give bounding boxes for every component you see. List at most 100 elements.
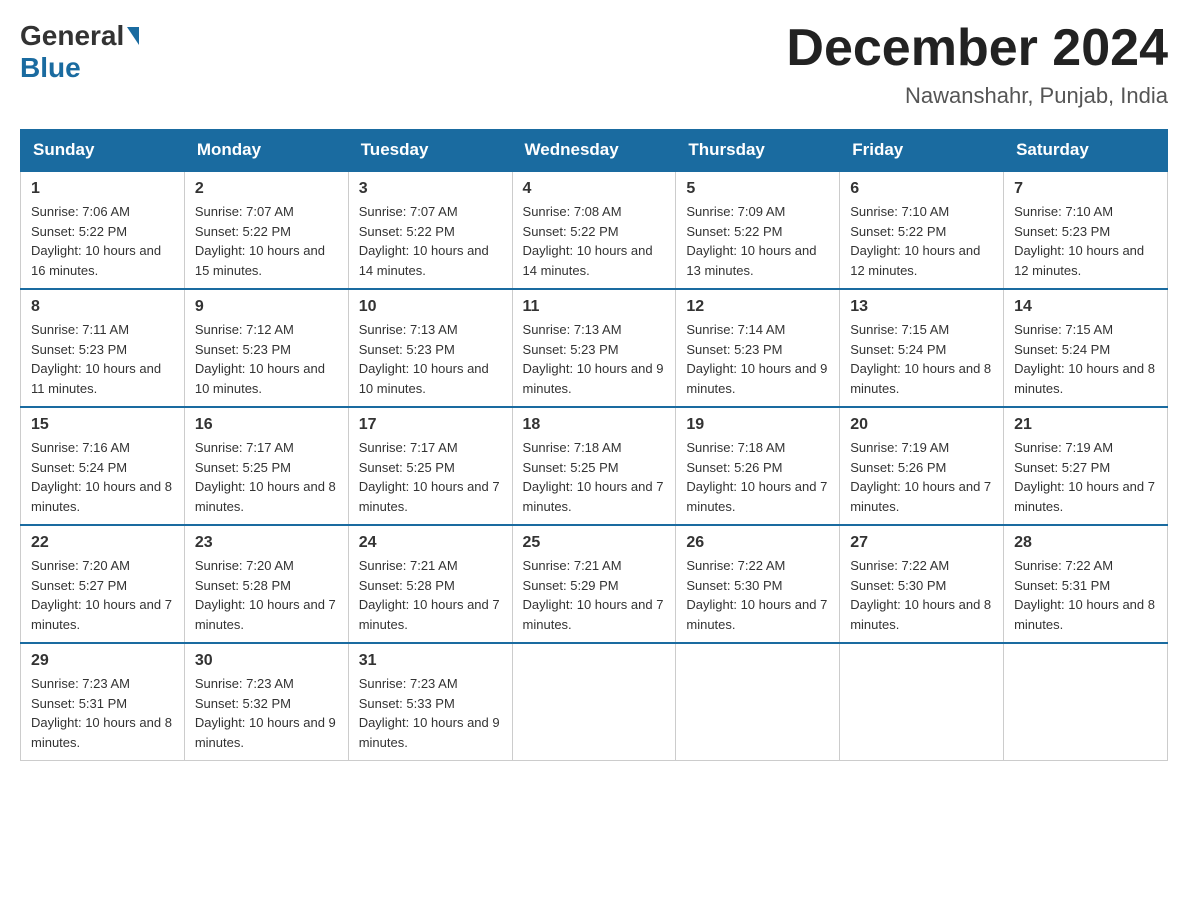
day-info: Sunrise: 7:22 AMSunset: 5:30 PMDaylight:… — [850, 558, 991, 632]
header-tuesday: Tuesday — [348, 130, 512, 172]
calendar-header-row: SundayMondayTuesdayWednesdayThursdayFrid… — [21, 130, 1168, 172]
calendar-cell: 27 Sunrise: 7:22 AMSunset: 5:30 PMDayligh… — [840, 525, 1004, 643]
day-info: Sunrise: 7:09 AMSunset: 5:22 PMDaylight:… — [686, 204, 816, 278]
title-block: December 2024 Nawanshahr, Punjab, India — [786, 20, 1168, 109]
day-info: Sunrise: 7:20 AMSunset: 5:28 PMDaylight:… — [195, 558, 336, 632]
calendar-cell — [1004, 643, 1168, 761]
calendar-cell: 24 Sunrise: 7:21 AMSunset: 5:28 PMDayligh… — [348, 525, 512, 643]
day-number: 2 — [195, 180, 338, 198]
calendar-cell: 7 Sunrise: 7:10 AMSunset: 5:23 PMDaylight… — [1004, 171, 1168, 289]
calendar-cell: 17Sunrise: 7:17 AMSunset: 5:25 PMDayligh… — [348, 407, 512, 525]
day-info: Sunrise: 7:21 AMSunset: 5:29 PMDaylight:… — [523, 558, 664, 632]
day-info: Sunrise: 7:16 AMSunset: 5:24 PMDaylight:… — [31, 440, 172, 514]
day-info: Sunrise: 7:23 AMSunset: 5:32 PMDaylight:… — [195, 676, 336, 750]
calendar-cell: 4 Sunrise: 7:08 AMSunset: 5:22 PMDaylight… — [512, 171, 676, 289]
day-number: 10 — [359, 298, 502, 316]
day-number: 8 — [31, 298, 174, 316]
calendar-cell: 26Sunrise: 7:22 AMSunset: 5:30 PMDayligh… — [676, 525, 840, 643]
day-info: Sunrise: 7:08 AMSunset: 5:22 PMDaylight:… — [523, 204, 653, 278]
calendar-week-row: 15 Sunrise: 7:16 AMSunset: 5:24 PMDayligh… — [21, 407, 1168, 525]
day-number: 7 — [1014, 180, 1157, 198]
day-info: Sunrise: 7:22 AMSunset: 5:30 PMDaylight:… — [686, 558, 827, 632]
day-number: 24 — [359, 534, 502, 552]
day-number: 9 — [195, 298, 338, 316]
day-number: 11 — [523, 298, 666, 316]
calendar-cell: 23 Sunrise: 7:20 AMSunset: 5:28 PMDayligh… — [184, 525, 348, 643]
day-info: Sunrise: 7:18 AMSunset: 5:25 PMDaylight:… — [523, 440, 664, 514]
day-info: Sunrise: 7:13 AMSunset: 5:23 PMDaylight:… — [523, 322, 664, 396]
day-number: 29 — [31, 652, 174, 670]
calendar-cell: 29 Sunrise: 7:23 AMSunset: 5:31 PMDayligh… — [21, 643, 185, 761]
day-info: Sunrise: 7:13 AMSunset: 5:23 PMDaylight:… — [359, 322, 489, 396]
day-info: Sunrise: 7:15 AMSunset: 5:24 PMDaylight:… — [850, 322, 991, 396]
day-info: Sunrise: 7:10 AMSunset: 5:22 PMDaylight:… — [850, 204, 980, 278]
header-thursday: Thursday — [676, 130, 840, 172]
month-title: December 2024 — [786, 20, 1168, 77]
location: Nawanshahr, Punjab, India — [786, 83, 1168, 109]
day-info: Sunrise: 7:17 AMSunset: 5:25 PMDaylight:… — [359, 440, 500, 514]
day-info: Sunrise: 7:12 AMSunset: 5:23 PMDaylight:… — [195, 322, 325, 396]
logo-arrow-icon — [127, 27, 139, 45]
day-info: Sunrise: 7:07 AMSunset: 5:22 PMDaylight:… — [195, 204, 325, 278]
calendar-cell — [512, 643, 676, 761]
page-header: General Blue December 2024 Nawanshahr, P… — [20, 20, 1168, 109]
day-number: 3 — [359, 180, 502, 198]
calendar-week-row: 8 Sunrise: 7:11 AMSunset: 5:23 PMDaylight… — [21, 289, 1168, 407]
logo-blue: Blue — [20, 52, 81, 83]
day-number: 20 — [850, 416, 993, 434]
day-number: 22 — [31, 534, 174, 552]
calendar-cell: 30Sunrise: 7:23 AMSunset: 5:32 PMDayligh… — [184, 643, 348, 761]
day-info: Sunrise: 7:19 AMSunset: 5:26 PMDaylight:… — [850, 440, 991, 514]
day-info: Sunrise: 7:23 AMSunset: 5:33 PMDaylight:… — [359, 676, 500, 750]
day-info: Sunrise: 7:06 AMSunset: 5:22 PMDaylight:… — [31, 204, 161, 278]
header-saturday: Saturday — [1004, 130, 1168, 172]
calendar-week-row: 22 Sunrise: 7:20 AMSunset: 5:27 PMDayligh… — [21, 525, 1168, 643]
day-number: 12 — [686, 298, 829, 316]
calendar-cell: 3Sunrise: 7:07 AMSunset: 5:22 PMDaylight… — [348, 171, 512, 289]
day-info: Sunrise: 7:15 AMSunset: 5:24 PMDaylight:… — [1014, 322, 1155, 396]
day-number: 1 — [31, 180, 174, 198]
calendar-cell: 13 Sunrise: 7:15 AMSunset: 5:24 PMDayligh… — [840, 289, 1004, 407]
calendar-cell: 2 Sunrise: 7:07 AMSunset: 5:22 PMDaylight… — [184, 171, 348, 289]
calendar-cell: 22 Sunrise: 7:20 AMSunset: 5:27 PMDayligh… — [21, 525, 185, 643]
day-number: 31 — [359, 652, 502, 670]
logo: General Blue — [20, 20, 141, 84]
day-info: Sunrise: 7:10 AMSunset: 5:23 PMDaylight:… — [1014, 204, 1144, 278]
day-number: 28 — [1014, 534, 1157, 552]
day-info: Sunrise: 7:14 AMSunset: 5:23 PMDaylight:… — [686, 322, 827, 396]
calendar-cell: 20 Sunrise: 7:19 AMSunset: 5:26 PMDayligh… — [840, 407, 1004, 525]
header-monday: Monday — [184, 130, 348, 172]
day-number: 19 — [686, 416, 829, 434]
calendar-cell: 5 Sunrise: 7:09 AMSunset: 5:22 PMDaylight… — [676, 171, 840, 289]
calendar-cell: 28Sunrise: 7:22 AMSunset: 5:31 PMDayligh… — [1004, 525, 1168, 643]
day-number: 5 — [686, 180, 829, 198]
day-info: Sunrise: 7:21 AMSunset: 5:28 PMDaylight:… — [359, 558, 500, 632]
day-number: 13 — [850, 298, 993, 316]
calendar-cell: 9 Sunrise: 7:12 AMSunset: 5:23 PMDaylight… — [184, 289, 348, 407]
day-number: 27 — [850, 534, 993, 552]
header-wednesday: Wednesday — [512, 130, 676, 172]
calendar-cell: 12 Sunrise: 7:14 AMSunset: 5:23 PMDayligh… — [676, 289, 840, 407]
day-info: Sunrise: 7:20 AMSunset: 5:27 PMDaylight:… — [31, 558, 172, 632]
day-number: 23 — [195, 534, 338, 552]
calendar-cell: 11 Sunrise: 7:13 AMSunset: 5:23 PMDayligh… — [512, 289, 676, 407]
day-info: Sunrise: 7:11 AMSunset: 5:23 PMDaylight:… — [31, 322, 161, 396]
calendar-cell — [676, 643, 840, 761]
day-number: 25 — [523, 534, 666, 552]
calendar-cell: 15 Sunrise: 7:16 AMSunset: 5:24 PMDayligh… — [21, 407, 185, 525]
day-info: Sunrise: 7:23 AMSunset: 5:31 PMDaylight:… — [31, 676, 172, 750]
calendar-cell: 19 Sunrise: 7:18 AMSunset: 5:26 PMDayligh… — [676, 407, 840, 525]
calendar-week-row: 29 Sunrise: 7:23 AMSunset: 5:31 PMDayligh… — [21, 643, 1168, 761]
day-number: 18 — [523, 416, 666, 434]
logo-general: General — [20, 20, 124, 52]
header-friday: Friday — [840, 130, 1004, 172]
calendar-cell: 25 Sunrise: 7:21 AMSunset: 5:29 PMDayligh… — [512, 525, 676, 643]
calendar-cell: 18 Sunrise: 7:18 AMSunset: 5:25 PMDayligh… — [512, 407, 676, 525]
day-number: 4 — [523, 180, 666, 198]
day-number: 6 — [850, 180, 993, 198]
day-number: 14 — [1014, 298, 1157, 316]
day-info: Sunrise: 7:18 AMSunset: 5:26 PMDaylight:… — [686, 440, 827, 514]
calendar-week-row: 1 Sunrise: 7:06 AMSunset: 5:22 PMDaylight… — [21, 171, 1168, 289]
day-number: 15 — [31, 416, 174, 434]
calendar-cell: 8 Sunrise: 7:11 AMSunset: 5:23 PMDaylight… — [21, 289, 185, 407]
